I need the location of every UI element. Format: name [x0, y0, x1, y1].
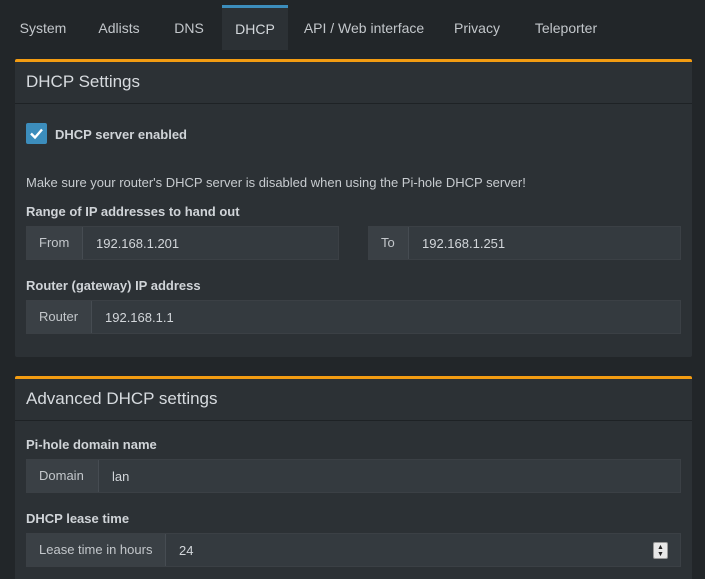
domain-input-group: Domain: [26, 459, 681, 493]
lease-time-input[interactable]: [166, 534, 680, 566]
dhcp-warning-text: Make sure your router's DHCP server is d…: [26, 175, 526, 190]
tab-system[interactable]: System: [8, 5, 78, 50]
advanced-dhcp-title: Advanced DHCP settings: [15, 379, 692, 421]
advanced-dhcp-box: Advanced DHCP settings Pi-hole domain na…: [15, 376, 692, 579]
router-label: Router (gateway) IP address: [26, 278, 201, 293]
tab-teleporter[interactable]: Teleporter: [520, 5, 612, 50]
domain-addon: Domain: [27, 460, 99, 492]
dhcp-settings-title: DHCP Settings: [15, 62, 692, 104]
spinner-up-icon[interactable]: ▲: [657, 544, 664, 551]
router-input-group: Router: [26, 300, 681, 334]
router-addon: Router: [27, 301, 92, 333]
router-ip-input[interactable]: [92, 301, 680, 333]
spinner-down-icon[interactable]: ▼: [657, 551, 664, 558]
lease-addon: Lease time in hours: [27, 534, 166, 566]
tab-dhcp[interactable]: DHCP: [222, 5, 288, 50]
tab-dns[interactable]: DNS: [160, 5, 218, 50]
domain-input[interactable]: [99, 460, 680, 492]
range-label: Range of IP addresses to hand out: [26, 204, 240, 219]
from-addon: From: [27, 227, 83, 259]
checkmark-icon: [30, 128, 43, 140]
tab-adlists[interactable]: Adlists: [86, 5, 152, 50]
dhcp-enabled-label: DHCP server enabled: [55, 127, 187, 142]
to-ip-input[interactable]: [409, 227, 680, 259]
from-ip-input[interactable]: [83, 227, 338, 259]
to-input-group: To: [368, 226, 681, 260]
dhcp-enabled-checkbox[interactable]: [26, 123, 47, 144]
domain-label: Pi-hole domain name: [26, 437, 157, 452]
number-spinner[interactable]: ▲ ▼: [653, 542, 668, 559]
lease-label: DHCP lease time: [26, 511, 130, 526]
from-input-group: From: [26, 226, 339, 260]
settings-tabs: System Adlists DNS DHCP API / Web interf…: [0, 0, 705, 50]
tab-privacy[interactable]: Privacy: [442, 5, 512, 50]
to-addon: To: [369, 227, 409, 259]
tab-api-web-interface[interactable]: API / Web interface: [294, 5, 434, 50]
dhcp-settings-box: DHCP Settings DHCP server enabled Make s…: [15, 59, 692, 357]
lease-input-group: Lease time in hours ▲ ▼: [26, 533, 681, 567]
